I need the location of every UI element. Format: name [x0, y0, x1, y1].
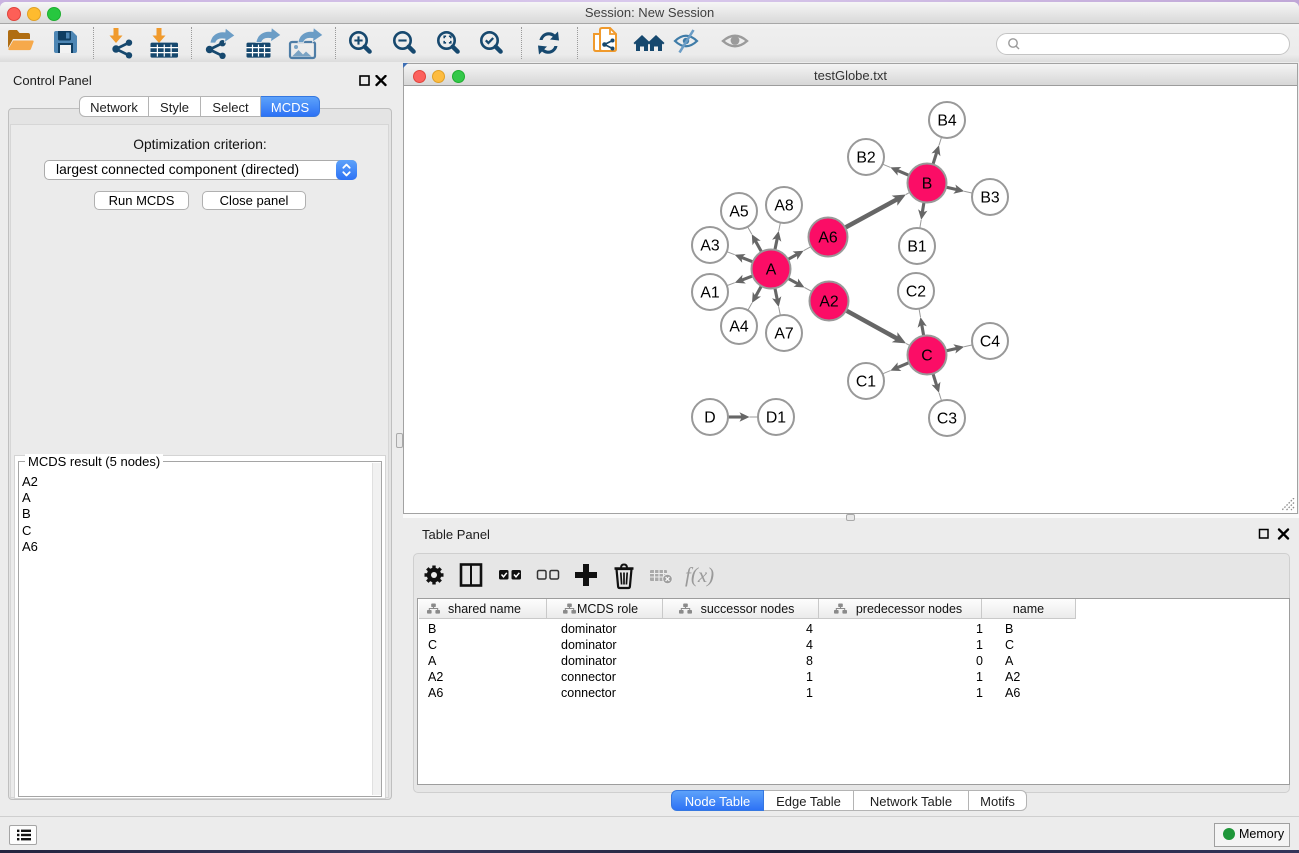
svg-text:C2: C2 — [906, 284, 926, 301]
svg-text:C3: C3 — [937, 411, 957, 428]
svg-text:f(x): f(x) — [685, 563, 714, 587]
svg-text:A6: A6 — [818, 230, 838, 247]
svg-text:B: B — [922, 176, 933, 193]
svg-text:A: A — [766, 262, 777, 279]
svg-text:B1: B1 — [907, 239, 927, 256]
svg-text:D: D — [704, 410, 715, 427]
svg-text:A8: A8 — [774, 198, 794, 215]
svg-text:C: C — [921, 348, 932, 365]
svg-text:A4: A4 — [729, 319, 749, 336]
svg-text:A1: A1 — [700, 285, 720, 302]
svg-text:A5: A5 — [729, 204, 749, 221]
svg-text:C1: C1 — [856, 374, 876, 391]
svg-text:A7: A7 — [774, 326, 793, 343]
svg-text:B4: B4 — [937, 113, 957, 130]
svg-text:C4: C4 — [980, 334, 1000, 351]
svg-text:A2: A2 — [819, 294, 838, 311]
svg-text:A3: A3 — [700, 238, 720, 255]
svg-text:B3: B3 — [980, 190, 1000, 207]
svg-text:B2: B2 — [856, 150, 875, 167]
svg-text:D1: D1 — [766, 410, 786, 427]
